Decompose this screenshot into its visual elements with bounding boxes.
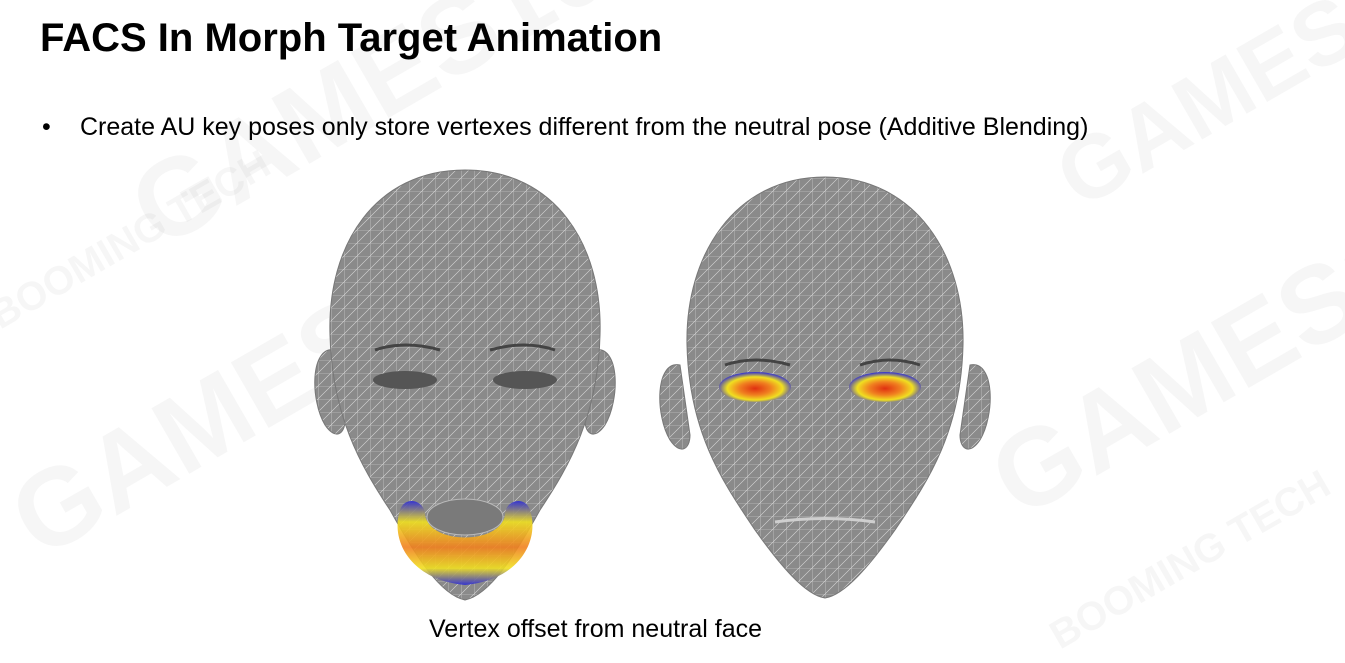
face-right-ear	[959, 364, 991, 450]
face-left-eye	[493, 371, 557, 389]
face-right	[659, 176, 991, 599]
face-right-eyelid-heatmap	[849, 372, 921, 402]
bullet-text: Create AU key poses only store vertexes …	[80, 113, 1089, 141]
slide-title: FACS In Morph Target Animation	[40, 16, 663, 60]
bullet-marker: •	[42, 113, 51, 141]
watermark-sub-text: BOOMING TECH	[1043, 462, 1338, 658]
face-right-eyelid-heatmap	[719, 372, 791, 402]
morph-target-figure	[314, 169, 991, 601]
watermark-brand-text: GAMES104	[971, 141, 1345, 541]
face-left-eye	[373, 371, 437, 389]
face-left-mouth	[426, 498, 504, 536]
face-left	[314, 169, 616, 601]
bullet-item: • Create AU key poses only store vertexe…	[42, 113, 1088, 142]
face-right-ear	[659, 364, 691, 450]
watermark-sub-text: BOOMING TECH	[0, 142, 278, 338]
figure-caption: Vertex offset from neutral face	[429, 615, 763, 643]
